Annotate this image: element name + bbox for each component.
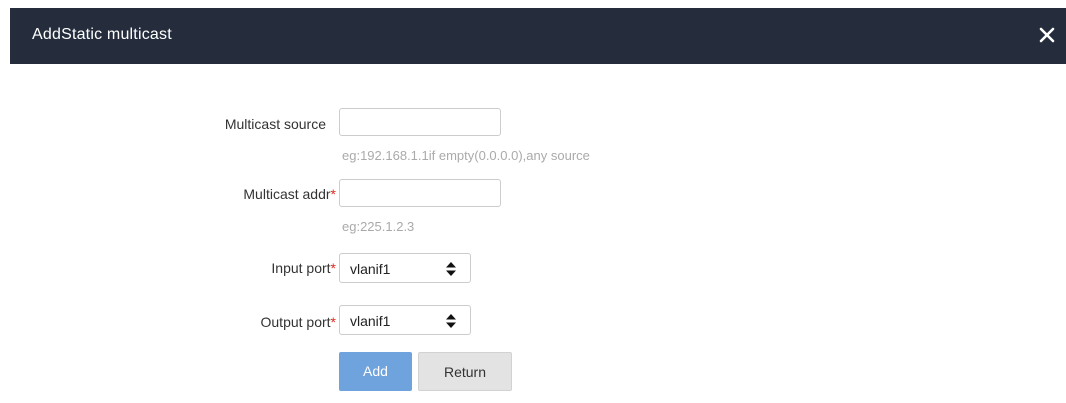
- multicast-source-hint: eg:192.168.1.1if empty(0.0.0.0),any sour…: [342, 148, 590, 163]
- close-icon: [1039, 27, 1055, 43]
- close-button[interactable]: [1034, 22, 1060, 48]
- multicast-source-label: Multicast source: [136, 116, 326, 132]
- multicast-addr-input[interactable]: [339, 179, 501, 207]
- dialog-title: AddStatic multicast: [32, 26, 172, 43]
- output-port-selected-value: vlanif1: [350, 313, 391, 329]
- input-port-select[interactable]: vlanif1: [339, 253, 471, 283]
- add-static-multicast-dialog: AddStatic multicast Multicast source eg:…: [0, 0, 1066, 403]
- input-port-label-text: Input port: [271, 260, 331, 276]
- input-port-selected-value: vlanif1: [350, 261, 391, 277]
- output-port-label: Output port*: [146, 314, 337, 330]
- sort-arrows-icon: [446, 262, 456, 276]
- add-button[interactable]: Add: [339, 352, 412, 391]
- multicast-source-label-text: Multicast source: [224, 116, 326, 132]
- multicast-source-input[interactable]: [339, 108, 501, 136]
- output-port-select[interactable]: vlanif1: [339, 305, 471, 335]
- input-port-label: Input port*: [146, 260, 336, 276]
- multicast-addr-hint: eg:225.1.2.3: [342, 219, 415, 234]
- required-mark: *: [330, 186, 336, 202]
- multicast-addr-label-text: Multicast addr: [243, 186, 331, 202]
- multicast-addr-label: Multicast addr*: [146, 186, 336, 202]
- dialog-titlebar: AddStatic multicast: [10, 8, 1066, 64]
- return-button[interactable]: Return: [418, 352, 512, 391]
- required-mark: *: [330, 314, 336, 330]
- sort-arrows-icon: [446, 314, 456, 328]
- required-mark: *: [330, 260, 336, 276]
- output-port-label-text: Output port: [260, 314, 331, 330]
